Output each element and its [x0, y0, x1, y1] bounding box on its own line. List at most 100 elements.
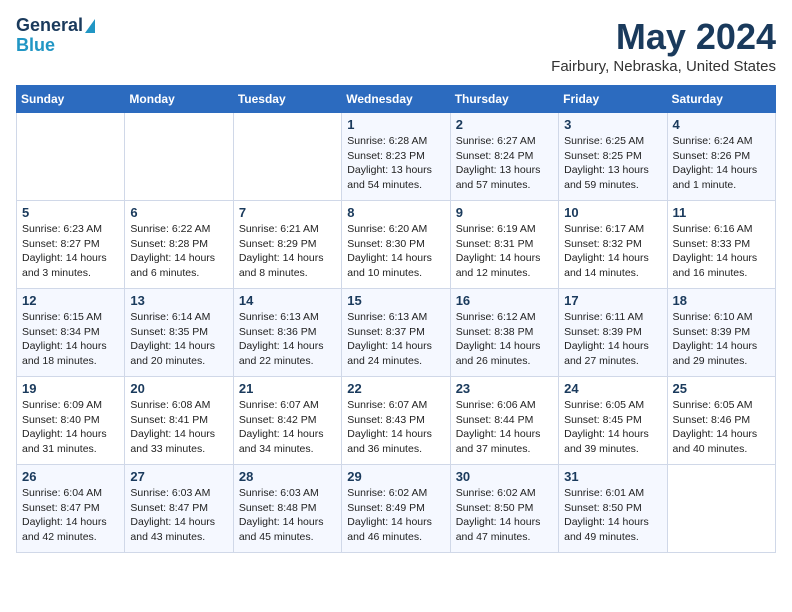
calendar-cell: 7 Sunrise: 6:21 AM Sunset: 8:29 PM Daylig… — [233, 201, 341, 289]
calendar-cell: 22 Sunrise: 6:07 AM Sunset: 8:43 PM Dayli… — [342, 377, 450, 465]
calendar-cell — [17, 113, 125, 201]
calendar-cell — [667, 465, 775, 553]
weekday-header-friday: Friday — [559, 86, 667, 113]
calendar-cell: 6Sunrise: 6:22 AM Sunset: 8:28 PM Daylig… — [125, 201, 233, 289]
day-number: 13 — [130, 293, 227, 308]
day-number: 30 — [456, 469, 553, 484]
day-info: Sunrise: 6:19 AM Sunset: 8:31 PM Dayligh… — [456, 222, 553, 281]
day-info: Sunrise: 6:05 AM Sunset: 8:46 PM Dayligh… — [673, 398, 770, 457]
day-info: Sunrise: 6:16 AM Sunset: 8:33 PM Dayligh… — [673, 222, 770, 281]
day-number: 25 — [673, 381, 770, 396]
day-info: Sunrise: 6:22 AM Sunset: 8:28 PM Dayligh… — [130, 222, 227, 281]
calendar-week-row: 26 Sunrise: 6:04 AM Sunset: 8:47 PM Dayli… — [17, 465, 776, 553]
weekday-header-thursday: Thursday — [450, 86, 558, 113]
calendar-cell: 29 Sunrise: 6:02 AM Sunset: 8:49 PM Dayli… — [342, 465, 450, 553]
calendar-cell — [233, 113, 341, 201]
day-number: 11 — [673, 205, 770, 220]
day-number: 8 — [347, 205, 444, 220]
day-info: Sunrise: 6:09 AM Sunset: 8:40 PM Dayligh… — [22, 398, 119, 457]
calendar-cell: 26 Sunrise: 6:04 AM Sunset: 8:47 PM Dayli… — [17, 465, 125, 553]
day-number: 22 — [347, 381, 444, 396]
day-number: 15 — [347, 293, 444, 308]
day-number: 29 — [347, 469, 444, 484]
calendar-week-row: 5 Sunrise: 6:23 AM Sunset: 8:27 PM Daylig… — [17, 201, 776, 289]
day-number: 7 — [239, 205, 336, 220]
day-info: Sunrise: 6:07 AM Sunset: 8:42 PM Dayligh… — [239, 398, 336, 457]
calendar-cell: 17Sunrise: 6:11 AM Sunset: 8:39 PM Dayli… — [559, 289, 667, 377]
location: Fairbury, Nebraska, United States — [551, 58, 776, 75]
day-number: 31 — [564, 469, 661, 484]
day-info: Sunrise: 6:17 AM Sunset: 8:32 PM Dayligh… — [564, 222, 661, 281]
calendar-cell — [125, 113, 233, 201]
calendar-cell: 14 Sunrise: 6:13 AM Sunset: 8:36 PM Dayli… — [233, 289, 341, 377]
day-number: 26 — [22, 469, 119, 484]
calendar-week-row: 12Sunrise: 6:15 AM Sunset: 8:34 PM Dayli… — [17, 289, 776, 377]
calendar-cell: 27Sunrise: 6:03 AM Sunset: 8:47 PM Dayli… — [125, 465, 233, 553]
day-number: 10 — [564, 205, 661, 220]
calendar-cell: 23Sunrise: 6:06 AM Sunset: 8:44 PM Dayli… — [450, 377, 558, 465]
day-number: 18 — [673, 293, 770, 308]
weekday-header-tuesday: Tuesday — [233, 86, 341, 113]
page-header: General Blue May 2024 Fairbury, Nebraska… — [16, 16, 776, 75]
day-number: 9 — [456, 205, 553, 220]
day-info: Sunrise: 6:11 AM Sunset: 8:39 PM Dayligh… — [564, 310, 661, 369]
calendar-cell: 30 Sunrise: 6:02 AM Sunset: 8:50 PM Dayli… — [450, 465, 558, 553]
day-number: 4 — [673, 117, 770, 132]
day-number: 1 — [347, 117, 444, 132]
day-info: Sunrise: 6:25 AM Sunset: 8:25 PM Dayligh… — [564, 134, 661, 193]
calendar-cell: 18 Sunrise: 6:10 AM Sunset: 8:39 PM Dayli… — [667, 289, 775, 377]
logo-text-general: General — [16, 16, 83, 36]
day-info: Sunrise: 6:28 AM Sunset: 8:23 PM Dayligh… — [347, 134, 444, 193]
day-info: Sunrise: 6:13 AM Sunset: 8:36 PM Dayligh… — [239, 310, 336, 369]
day-number: 24 — [564, 381, 661, 396]
weekday-header-wednesday: Wednesday — [342, 86, 450, 113]
calendar-cell: 3 Sunrise: 6:25 AM Sunset: 8:25 PM Daylig… — [559, 113, 667, 201]
calendar-cell: 25 Sunrise: 6:05 AM Sunset: 8:46 PM Dayli… — [667, 377, 775, 465]
calendar-cell: 12Sunrise: 6:15 AM Sunset: 8:34 PM Dayli… — [17, 289, 125, 377]
day-info: Sunrise: 6:06 AM Sunset: 8:44 PM Dayligh… — [456, 398, 553, 457]
day-info: Sunrise: 6:10 AM Sunset: 8:39 PM Dayligh… — [673, 310, 770, 369]
day-info: Sunrise: 6:20 AM Sunset: 8:30 PM Dayligh… — [347, 222, 444, 281]
month-title: May 2024 — [551, 16, 776, 58]
logo: General Blue — [16, 16, 95, 56]
day-number: 16 — [456, 293, 553, 308]
calendar-cell: 1 Sunrise: 6:28 AM Sunset: 8:23 PM Daylig… — [342, 113, 450, 201]
calendar-cell: 5 Sunrise: 6:23 AM Sunset: 8:27 PM Daylig… — [17, 201, 125, 289]
calendar-cell: 19 Sunrise: 6:09 AM Sunset: 8:40 PM Dayli… — [17, 377, 125, 465]
day-info: Sunrise: 6:07 AM Sunset: 8:43 PM Dayligh… — [347, 398, 444, 457]
calendar-cell: 2Sunrise: 6:27 AM Sunset: 8:24 PM Daylig… — [450, 113, 558, 201]
day-number: 5 — [22, 205, 119, 220]
day-number: 19 — [22, 381, 119, 396]
day-number: 14 — [239, 293, 336, 308]
day-number: 3 — [564, 117, 661, 132]
calendar-cell: 9 Sunrise: 6:19 AM Sunset: 8:31 PM Daylig… — [450, 201, 558, 289]
day-number: 20 — [130, 381, 227, 396]
day-info: Sunrise: 6:03 AM Sunset: 8:48 PM Dayligh… — [239, 486, 336, 545]
day-info: Sunrise: 6:12 AM Sunset: 8:38 PM Dayligh… — [456, 310, 553, 369]
day-info: Sunrise: 6:24 AM Sunset: 8:26 PM Dayligh… — [673, 134, 770, 193]
calendar-cell: 16 Sunrise: 6:12 AM Sunset: 8:38 PM Dayli… — [450, 289, 558, 377]
calendar-week-row: 1 Sunrise: 6:28 AM Sunset: 8:23 PM Daylig… — [17, 113, 776, 201]
calendar-cell: 31 Sunrise: 6:01 AM Sunset: 8:50 PM Dayli… — [559, 465, 667, 553]
day-info: Sunrise: 6:13 AM Sunset: 8:37 PM Dayligh… — [347, 310, 444, 369]
calendar-table: SundayMondayTuesdayWednesdayThursdayFrid… — [16, 85, 776, 553]
day-info: Sunrise: 6:05 AM Sunset: 8:45 PM Dayligh… — [564, 398, 661, 457]
calendar-cell: 13 Sunrise: 6:14 AM Sunset: 8:35 PM Dayli… — [125, 289, 233, 377]
day-info: Sunrise: 6:21 AM Sunset: 8:29 PM Dayligh… — [239, 222, 336, 281]
day-info: Sunrise: 6:27 AM Sunset: 8:24 PM Dayligh… — [456, 134, 553, 193]
logo-text-blue: Blue — [16, 36, 55, 56]
day-info: Sunrise: 6:14 AM Sunset: 8:35 PM Dayligh… — [130, 310, 227, 369]
day-info: Sunrise: 6:02 AM Sunset: 8:49 PM Dayligh… — [347, 486, 444, 545]
day-info: Sunrise: 6:02 AM Sunset: 8:50 PM Dayligh… — [456, 486, 553, 545]
day-info: Sunrise: 6:04 AM Sunset: 8:47 PM Dayligh… — [22, 486, 119, 545]
day-info: Sunrise: 6:01 AM Sunset: 8:50 PM Dayligh… — [564, 486, 661, 545]
weekday-header-row: SundayMondayTuesdayWednesdayThursdayFrid… — [17, 86, 776, 113]
day-info: Sunrise: 6:23 AM Sunset: 8:27 PM Dayligh… — [22, 222, 119, 281]
calendar-cell: 10 Sunrise: 6:17 AM Sunset: 8:32 PM Dayli… — [559, 201, 667, 289]
calendar-week-row: 19 Sunrise: 6:09 AM Sunset: 8:40 PM Dayli… — [17, 377, 776, 465]
title-section: May 2024 Fairbury, Nebraska, United Stat… — [551, 16, 776, 75]
day-number: 21 — [239, 381, 336, 396]
day-number: 28 — [239, 469, 336, 484]
calendar-cell: 28 Sunrise: 6:03 AM Sunset: 8:48 PM Dayli… — [233, 465, 341, 553]
weekday-header-monday: Monday — [125, 86, 233, 113]
